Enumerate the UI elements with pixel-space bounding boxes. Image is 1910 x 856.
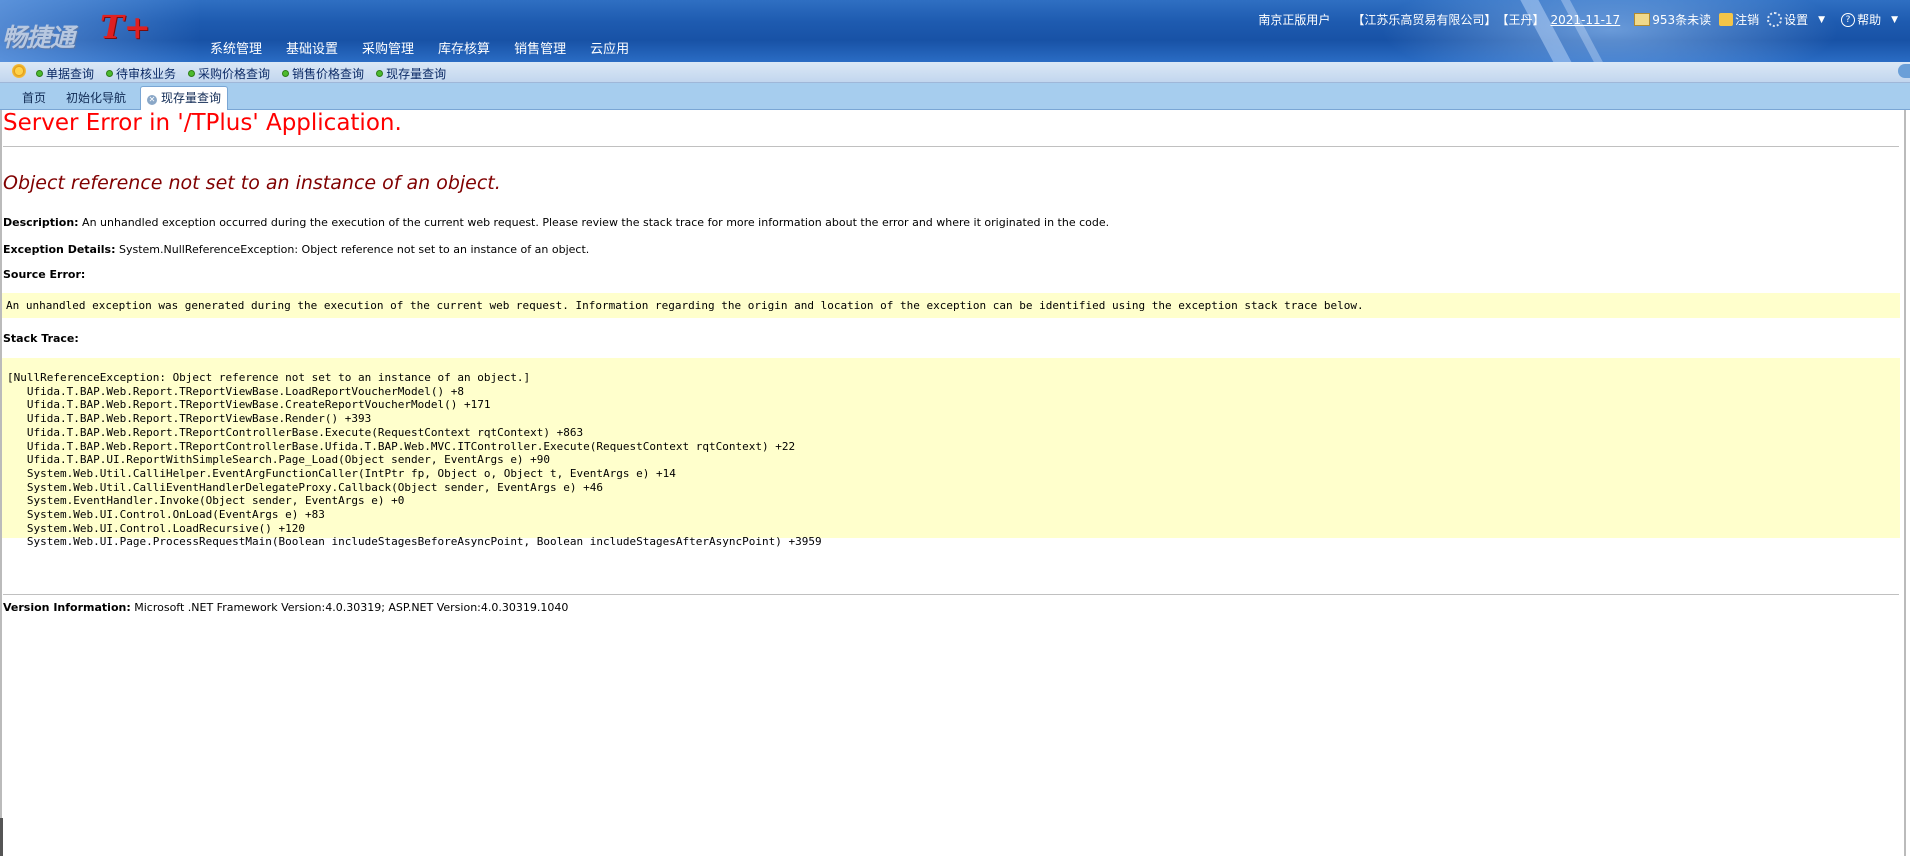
error-subtitle: Object reference not set to an instance … bbox=[3, 172, 501, 194]
scroll-marker bbox=[0, 818, 3, 856]
menu-sales-management[interactable]: 销售管理 bbox=[502, 38, 578, 57]
divider bbox=[3, 594, 1899, 595]
lock-icon[interactable] bbox=[1719, 13, 1734, 26]
quick-link-label: 单据查询 bbox=[46, 67, 95, 81]
source-error-heading: Source Error: bbox=[3, 268, 85, 281]
description-text: An unhandled exception occurred during t… bbox=[78, 216, 1110, 229]
tab-bar: 首页 初始化导航 ✕ 现存量查询 bbox=[0, 83, 1910, 110]
version-line: Version Information: Microsoft .NET Fram… bbox=[3, 601, 568, 614]
quick-link-sales-price-query[interactable]: 销售价格查询 bbox=[282, 65, 364, 82]
tab-stock-query[interactable]: ✕ 现存量查询 bbox=[140, 86, 229, 110]
bullet-icon bbox=[188, 70, 196, 77]
exception-label: Exception Details: bbox=[3, 243, 116, 256]
bullet-icon bbox=[36, 70, 43, 77]
exception-line: Exception Details: System.NullReferenceE… bbox=[3, 243, 589, 256]
divider bbox=[3, 146, 1899, 147]
quick-link-label: 销售价格查询 bbox=[292, 67, 365, 81]
login-date-link[interactable]: 2021-11-17 bbox=[1550, 13, 1620, 27]
quick-access-bar: 单据查询 待审核业务 采购价格查询 销售价格查询 现存量查询 bbox=[0, 62, 1910, 83]
frame-border-right bbox=[1904, 110, 1906, 856]
menu-inventory-accounting[interactable]: 库存核算 bbox=[426, 38, 502, 57]
chevron-down-icon[interactable]: ▼ bbox=[1818, 15, 1825, 25]
tab-init-navigation[interactable]: 初始化导航 bbox=[66, 88, 126, 108]
quick-link-document-query[interactable]: 单据查询 bbox=[36, 65, 94, 82]
header-glow-right bbox=[1380, 0, 1840, 62]
quick-links: 单据查询 待审核业务 采购价格查询 销售价格查询 现存量查询 bbox=[36, 65, 458, 82]
logout-link[interactable]: 注销 bbox=[1735, 11, 1759, 28]
help-icon[interactable]: ? bbox=[1841, 12, 1856, 27]
quick-link-label: 现存量查询 bbox=[386, 67, 447, 81]
chevron-down-icon[interactable]: ▼ bbox=[1891, 15, 1898, 25]
quick-link-pending-review[interactable]: 待审核业务 bbox=[106, 65, 176, 82]
user-bar: 南京正版用户 【江苏乐高贸易有限公司】 【王丹】 2021-11-17 953条… bbox=[1258, 11, 1906, 28]
menu-purchase-management[interactable]: 采购管理 bbox=[350, 38, 426, 57]
menu-cloud-apps[interactable]: 云应用 bbox=[578, 38, 641, 57]
user-name: 南京正版用户 bbox=[1258, 13, 1331, 27]
close-icon[interactable]: ✕ bbox=[147, 95, 157, 105]
stack-trace-heading: Stack Trace: bbox=[3, 332, 79, 345]
menu-system-management[interactable]: 系统管理 bbox=[198, 38, 274, 57]
main-menu: 系统管理 基础设置 采购管理 库存核算 销售管理 云应用 bbox=[198, 38, 641, 57]
quick-link-stock-query[interactable]: 现存量查询 bbox=[376, 65, 446, 82]
bullet-icon bbox=[376, 70, 384, 77]
error-title: Server Error in '/TPlus' Application. bbox=[3, 110, 402, 136]
exception-text: System.NullReferenceException: Object re… bbox=[115, 243, 590, 256]
source-error-label: Source Error: bbox=[3, 268, 86, 281]
quick-link-label: 采购价格查询 bbox=[198, 67, 271, 81]
tab-label: 现存量查询 bbox=[161, 91, 222, 105]
sun-icon bbox=[12, 64, 26, 78]
description-line: Description: An unhandled exception occu… bbox=[3, 216, 1109, 229]
logo-text: 畅捷通 bbox=[2, 23, 75, 52]
operator-name: 【王丹】 bbox=[1496, 13, 1545, 27]
version-label: Version Information: bbox=[3, 601, 131, 614]
error-page: Server Error in '/TPlus' Application. Ob… bbox=[0, 110, 1906, 856]
settings-link[interactable]: 设置 bbox=[1784, 11, 1808, 28]
source-error-text: An unhandled exception was generated dur… bbox=[6, 299, 1364, 312]
menu-basic-settings[interactable]: 基础设置 bbox=[274, 38, 350, 57]
bullet-icon bbox=[106, 70, 114, 77]
source-error-box: An unhandled exception was generated dur… bbox=[2, 293, 1900, 318]
bullet-icon bbox=[282, 70, 290, 77]
unread-messages-link[interactable]: 953条未读 bbox=[1652, 11, 1711, 28]
help-link[interactable]: 帮助 bbox=[1857, 11, 1881, 28]
logo-brand: T+ bbox=[100, 8, 151, 46]
description-label: Description: bbox=[3, 216, 79, 229]
tab-home[interactable]: 首页 bbox=[22, 88, 46, 108]
app-logo: 畅捷通 T+ bbox=[2, 8, 151, 52]
quick-link-label: 待审核业务 bbox=[116, 67, 177, 81]
collapse-icon[interactable] bbox=[1898, 64, 1910, 78]
quick-link-purchase-price-query[interactable]: 采购价格查询 bbox=[188, 65, 270, 82]
gear-icon[interactable] bbox=[1767, 12, 1783, 27]
stack-trace-label: Stack Trace: bbox=[3, 332, 79, 345]
stack-trace-text: [NullReferenceException: Object referenc… bbox=[7, 371, 822, 549]
version-text: Microsoft .NET Framework Version:4.0.303… bbox=[130, 601, 569, 614]
app-header: 畅捷通 T+ 系统管理 基础设置 采购管理 库存核算 销售管理 云应用 南京正版… bbox=[0, 0, 1910, 62]
company-name: 【江苏乐高贸易有限公司】 bbox=[1352, 13, 1497, 27]
mail-icon[interactable] bbox=[1634, 13, 1651, 26]
stack-trace-box: [NullReferenceException: Object referenc… bbox=[2, 358, 1900, 548]
